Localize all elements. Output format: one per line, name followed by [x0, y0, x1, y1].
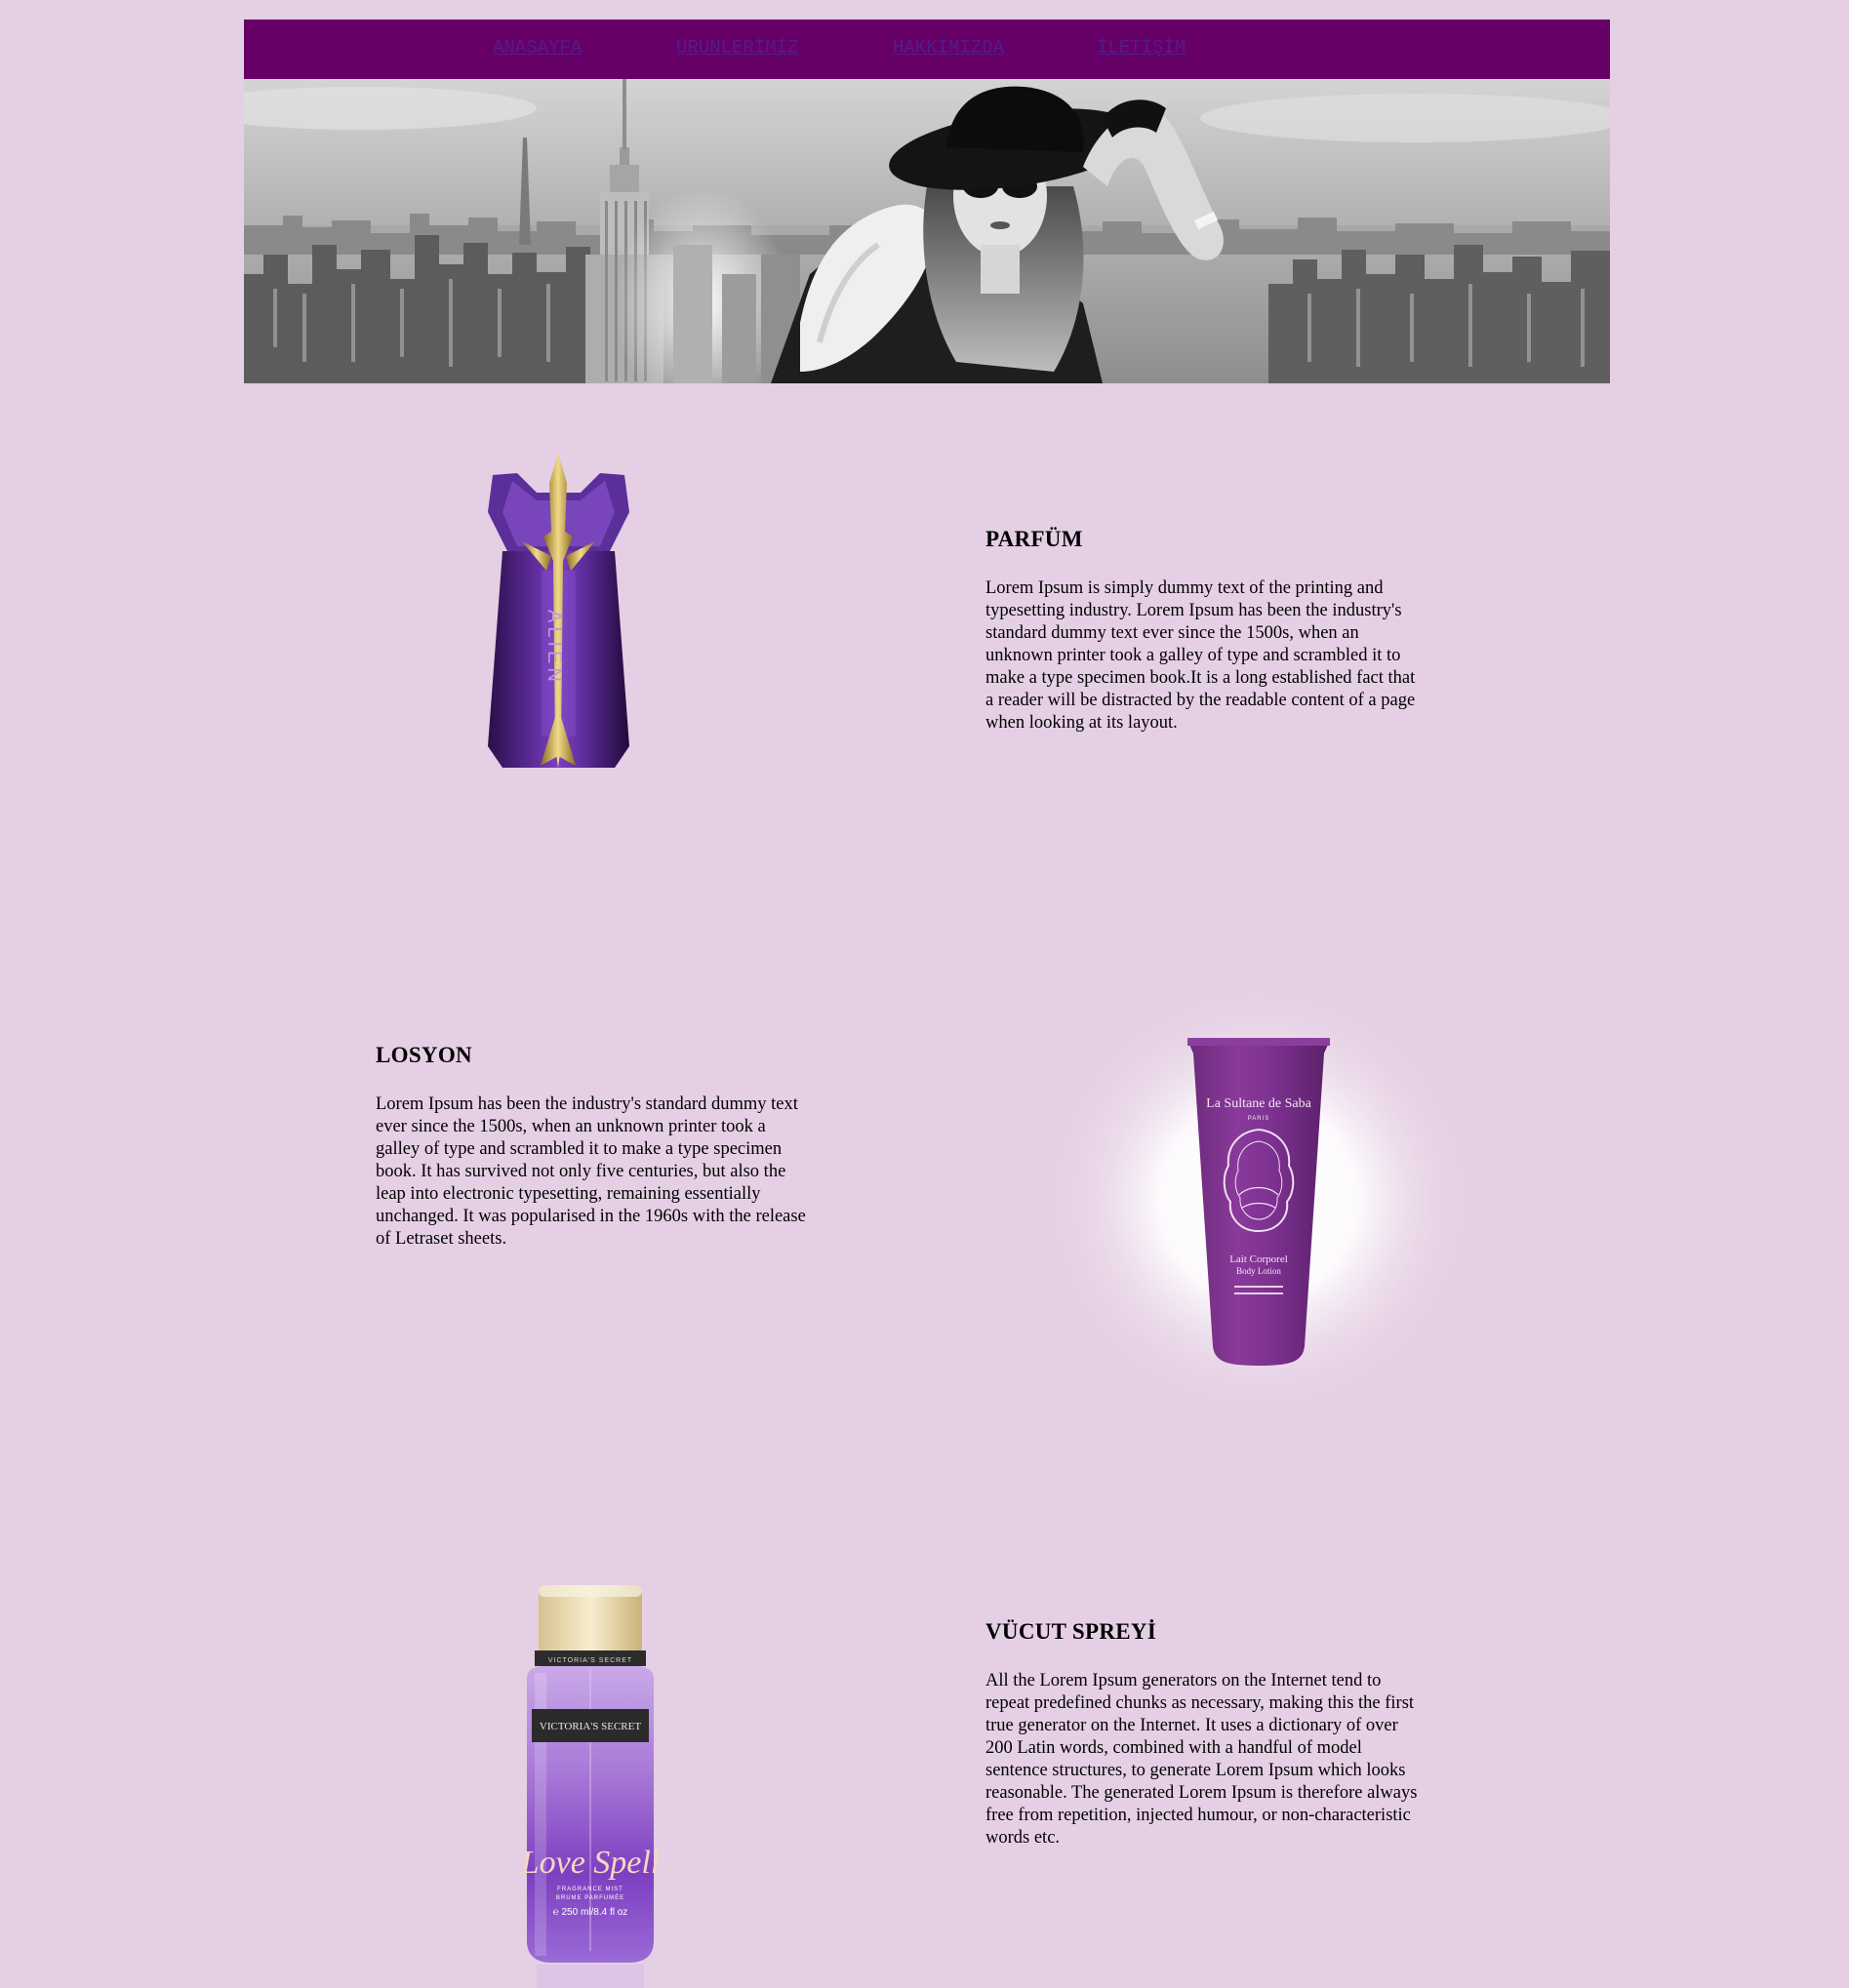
product-title: PARFÜM: [985, 527, 1083, 551]
body-mist-product-image: VICTORIA'S SECRET VICTORIA'S SECRET Love…: [517, 1580, 663, 1988]
city-skyline-banner-image: [244, 79, 1610, 383]
mist-size-text: ℮ 250 ml/8.4 fl oz: [553, 1907, 628, 1918]
product-description: Lorem Ipsum has been the industry's stan…: [376, 1094, 806, 1249]
lotion-product-text: Lait Corporel: [1229, 1253, 1288, 1265]
nav-link-iletisim[interactable]: İLETİŞİM: [1097, 37, 1186, 59]
lotion-tube-icon: La Sultane de Saba PARIS Lait Corporel B…: [1039, 980, 1478, 1419]
perfume-product-image: ALIEN: [483, 454, 634, 775]
nav-link-anasayfa[interactable]: ANASAYFA: [493, 37, 582, 59]
product-title: LOSYON: [376, 1043, 472, 1067]
lotion-city-text: PARIS: [1248, 1116, 1270, 1122]
product-perfume-text: PARFÜM Lorem Ipsum is simply dummy text …: [985, 527, 1420, 735]
nav-link-hakkimizda[interactable]: HAKKIMIZDA: [893, 37, 1004, 59]
body-mist-bottle-icon: VICTORIA'S SECRET VICTORIA'S SECRET Love…: [520, 1585, 661, 1988]
product-lotion-text: LOSYON Lorem Ipsum has been the industry…: [376, 1043, 810, 1251]
hero-banner: [244, 79, 1610, 383]
mist-sub2-text: BRUME PARFUMÉE: [556, 1894, 624, 1901]
perfume-label-text: ALIEN: [543, 610, 565, 686]
lotion-brand-text: La Sultane de Saba: [1206, 1096, 1311, 1111]
mist-sub-text: FRAGRANCE MIST: [557, 1887, 623, 1892]
lotion-product-image: La Sultane de Saba PARIS Lait Corporel B…: [1039, 975, 1478, 1424]
top-navigation-bar: ANASAYFA ÜRÜNLERİMİZ HAKKIMIZDA İLETİŞİM: [244, 20, 1610, 79]
product-description: Lorem Ipsum is simply dummy text of the …: [985, 578, 1416, 733]
lotion-product-en-text: Body Lotion: [1236, 1266, 1281, 1276]
mist-label-brand-text: VICTORIA'S SECRET: [540, 1721, 641, 1732]
mist-neck-brand-text: VICTORIA'S SECRET: [548, 1657, 632, 1664]
perfume-bottle-icon: ALIEN: [488, 454, 629, 768]
nav-link-urunlerimiz[interactable]: ÜRÜNLERİMİZ: [676, 37, 798, 59]
product-description: All the Lorem Ipsum generators on the In…: [985, 1671, 1418, 1848]
product-title: VÜCUT SPREYİ: [985, 1619, 1157, 1644]
product-body-mist-text: VÜCUT SPREYİ All the Lorem Ipsum generat…: [985, 1619, 1420, 1849]
mist-name-text: Love Spell: [520, 1845, 661, 1881]
